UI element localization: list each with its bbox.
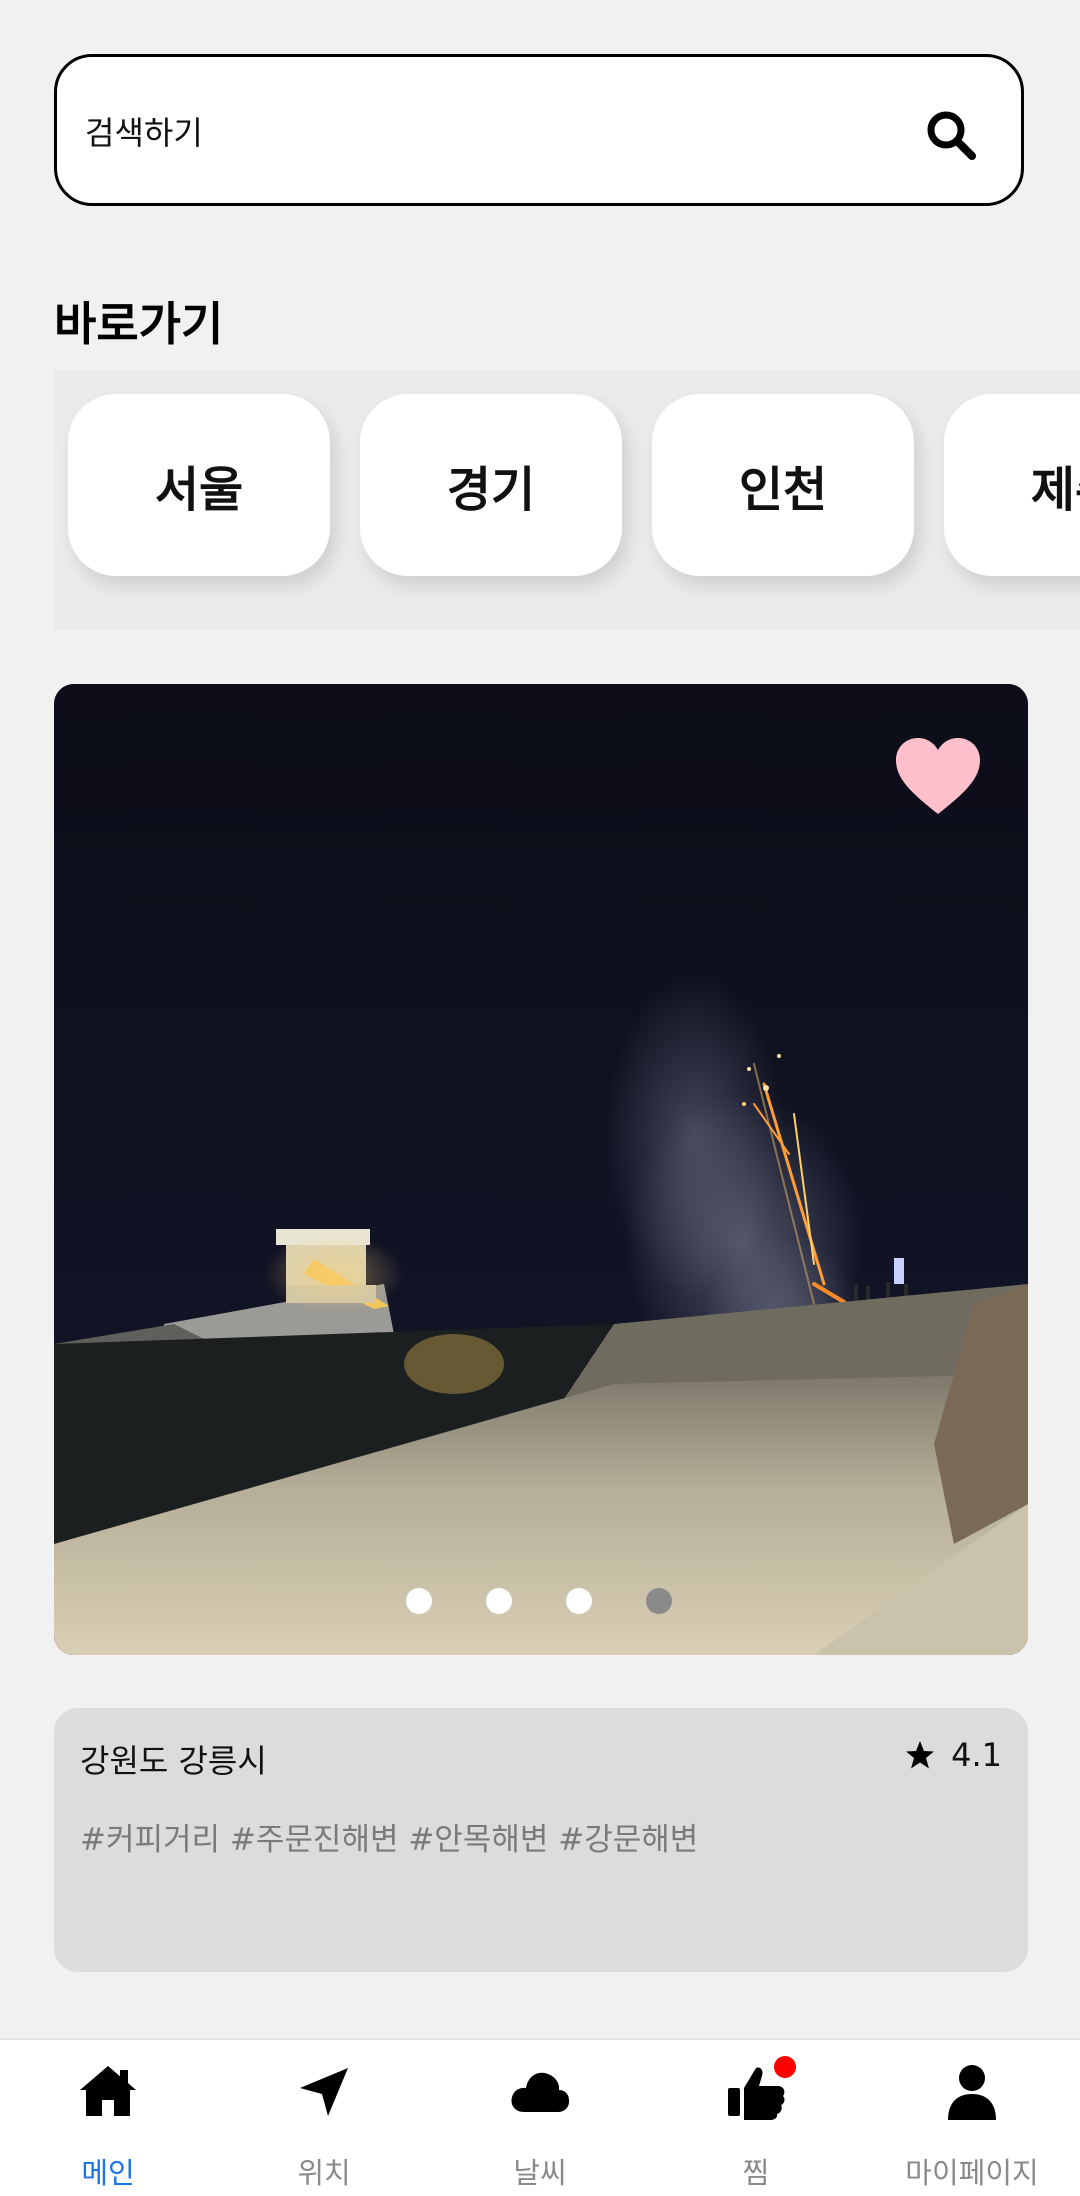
search-icon[interactable] xyxy=(923,107,979,163)
rating-value: 4.1 xyxy=(951,1736,1002,1774)
featured-photo-carousel[interactable] xyxy=(54,684,1028,1655)
nav-label: 마이페이지 xyxy=(905,2156,1039,2190)
heart-icon[interactable] xyxy=(896,738,980,816)
place-info-card[interactable]: 강원도 강릉시 4.1 #커피거리 #주문진해변 #안목해변 #강문해변 xyxy=(54,1708,1028,1972)
home-icon xyxy=(80,2066,136,2116)
search-bar[interactable] xyxy=(54,54,1024,206)
star-icon xyxy=(906,1741,935,1769)
cloud-icon xyxy=(511,2072,570,2112)
nav-label: 날씨 xyxy=(513,2156,567,2190)
carousel-dot[interactable] xyxy=(486,1588,512,1614)
region-chip-gyeonggi[interactable]: 경기 xyxy=(360,394,622,576)
place-name: 강원도 강릉시 xyxy=(80,1742,267,1780)
region-shortcut-list[interactable]: 서울 경기 인천 제주 xyxy=(54,370,1080,630)
nav-label: 메인 xyxy=(81,2156,135,2190)
bottom-nav: 메인 위치 날씨 찜 마이페이지 xyxy=(0,2038,1080,2196)
location-arrow-icon xyxy=(300,2068,348,2116)
carousel-dot[interactable] xyxy=(406,1588,432,1614)
user-icon xyxy=(948,2065,996,2120)
nav-item-weather[interactable]: 날씨 xyxy=(432,2040,648,2196)
carousel-dot[interactable] xyxy=(566,1588,592,1614)
nav-label: 찜 xyxy=(742,2156,770,2190)
nav-label: 위치 xyxy=(297,2156,351,2190)
nav-item-location[interactable]: 위치 xyxy=(216,2040,432,2196)
beach-night-fireworks-photo xyxy=(54,684,1028,1655)
region-chip-jeju[interactable]: 제주 xyxy=(944,394,1080,576)
hashtag-list: #커피거리 #주문진해변 #안목해변 #강문해변 xyxy=(80,1822,699,1858)
rating: 4.1 xyxy=(905,1736,1002,1774)
nav-item-favorites[interactable]: 찜 xyxy=(648,2040,864,2196)
region-chip-seoul[interactable]: 서울 xyxy=(68,394,330,576)
carousel-dot-active[interactable] xyxy=(646,1588,672,1614)
nav-item-mypage[interactable]: 마이페이지 xyxy=(864,2040,1080,2196)
main-screen: 바로가기 서울 경기 인천 제주 xyxy=(0,0,1080,2196)
shortcut-section-title: 바로가기 xyxy=(54,297,224,351)
notification-badge xyxy=(774,2056,796,2078)
search-input[interactable] xyxy=(85,105,885,161)
region-chip-incheon[interactable]: 인천 xyxy=(652,394,914,576)
nav-item-main[interactable]: 메인 xyxy=(0,2040,216,2196)
carousel-indicator xyxy=(54,1588,1028,1620)
